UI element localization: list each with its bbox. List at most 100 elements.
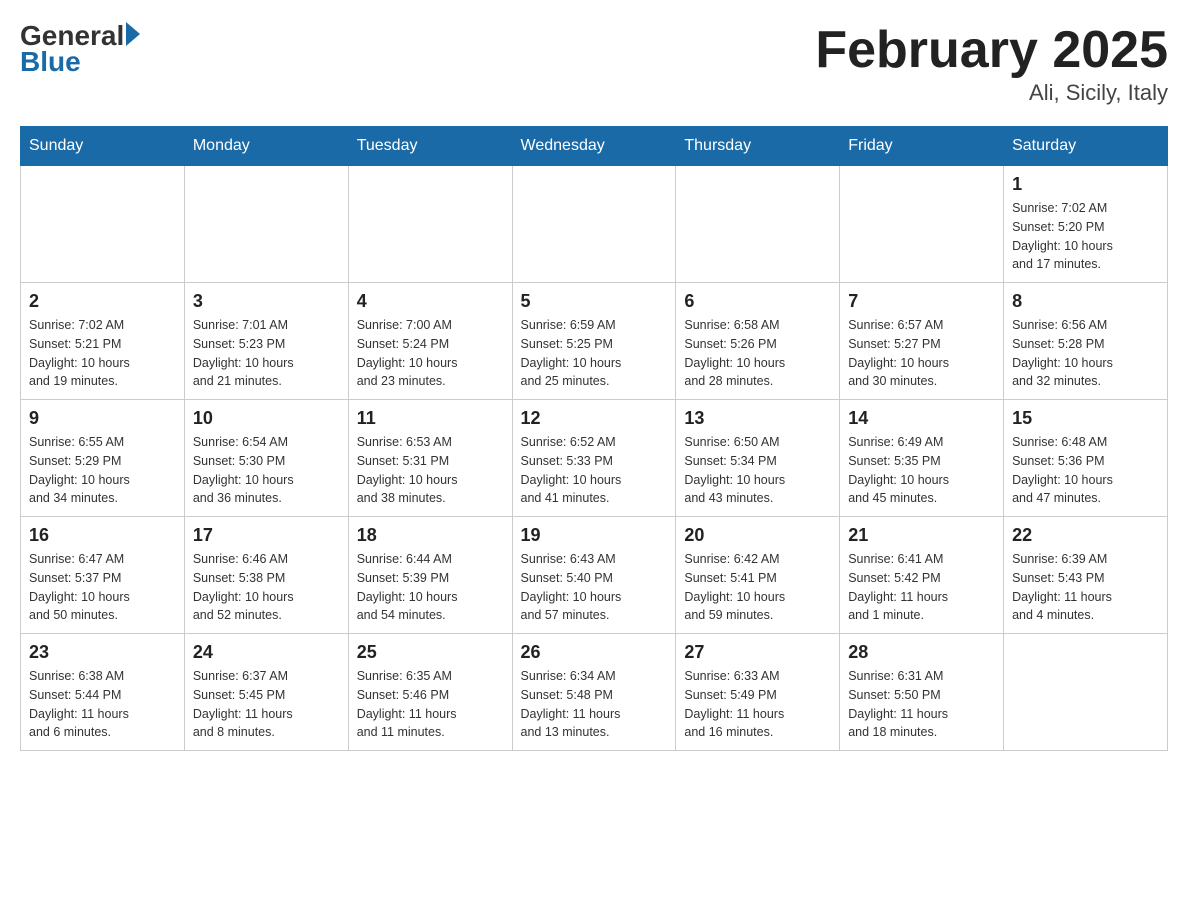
day-number: 7 — [848, 291, 995, 312]
calendar-cell — [512, 166, 676, 283]
day-info: Sunrise: 6:44 AM Sunset: 5:39 PM Dayligh… — [357, 550, 504, 625]
day-number: 3 — [193, 291, 340, 312]
day-number: 10 — [193, 408, 340, 429]
weekday-header-friday: Friday — [840, 127, 1004, 166]
day-number: 17 — [193, 525, 340, 546]
day-info: Sunrise: 6:31 AM Sunset: 5:50 PM Dayligh… — [848, 667, 995, 742]
month-title: February 2025 — [815, 20, 1168, 80]
calendar-cell: 2 Sunrise: 7:02 AM Sunset: 5:21 PM Daylig… — [21, 283, 185, 400]
calendar-cell: 9 Sunrise: 6:55 AM Sunset: 5:29 PM Daylig… — [21, 400, 185, 517]
day-number: 18 — [357, 525, 504, 546]
calendar-cell — [676, 166, 840, 283]
day-number: 14 — [848, 408, 995, 429]
calendar-cell: 7 Sunrise: 6:57 AM Sunset: 5:27 PM Daylig… — [840, 283, 1004, 400]
calendar-week-row: 1 Sunrise: 7:02 AM Sunset: 5:20 PM Daylig… — [21, 166, 1168, 283]
weekday-header-tuesday: Tuesday — [348, 127, 512, 166]
day-info: Sunrise: 6:59 AM Sunset: 5:25 PM Dayligh… — [521, 316, 668, 391]
day-number: 11 — [357, 408, 504, 429]
day-info: Sunrise: 6:35 AM Sunset: 5:46 PM Dayligh… — [357, 667, 504, 742]
calendar-week-row: 9 Sunrise: 6:55 AM Sunset: 5:29 PM Daylig… — [21, 400, 1168, 517]
calendar-cell: 15 Sunrise: 6:48 AM Sunset: 5:36 PM Dayli… — [1004, 400, 1168, 517]
day-info: Sunrise: 6:46 AM Sunset: 5:38 PM Dayligh… — [193, 550, 340, 625]
day-number: 15 — [1012, 408, 1159, 429]
title-area: February 2025 Ali, Sicily, Italy — [815, 20, 1168, 106]
day-number: 1 — [1012, 174, 1159, 195]
page-header: General Blue February 2025 Ali, Sicily, … — [20, 20, 1168, 106]
calendar-week-row: 2 Sunrise: 7:02 AM Sunset: 5:21 PM Daylig… — [21, 283, 1168, 400]
day-number: 20 — [684, 525, 831, 546]
day-info: Sunrise: 6:42 AM Sunset: 5:41 PM Dayligh… — [684, 550, 831, 625]
day-info: Sunrise: 7:02 AM Sunset: 5:21 PM Dayligh… — [29, 316, 176, 391]
calendar-cell: 26 Sunrise: 6:34 AM Sunset: 5:48 PM Dayli… — [512, 634, 676, 751]
calendar-cell: 14 Sunrise: 6:49 AM Sunset: 5:35 PM Dayli… — [840, 400, 1004, 517]
day-number: 28 — [848, 642, 995, 663]
calendar-cell — [348, 166, 512, 283]
calendar-cell: 8 Sunrise: 6:56 AM Sunset: 5:28 PM Daylig… — [1004, 283, 1168, 400]
day-info: Sunrise: 6:39 AM Sunset: 5:43 PM Dayligh… — [1012, 550, 1159, 625]
day-info: Sunrise: 6:48 AM Sunset: 5:36 PM Dayligh… — [1012, 433, 1159, 508]
location-title: Ali, Sicily, Italy — [815, 80, 1168, 106]
day-info: Sunrise: 7:00 AM Sunset: 5:24 PM Dayligh… — [357, 316, 504, 391]
calendar-cell — [840, 166, 1004, 283]
calendar-cell: 18 Sunrise: 6:44 AM Sunset: 5:39 PM Dayli… — [348, 517, 512, 634]
calendar-cell: 24Sunrise: 6:37 AM Sunset: 5:45 PM Dayli… — [184, 634, 348, 751]
weekday-header-monday: Monday — [184, 127, 348, 166]
day-info: Sunrise: 6:56 AM Sunset: 5:28 PM Dayligh… — [1012, 316, 1159, 391]
calendar-cell — [21, 166, 185, 283]
day-info: Sunrise: 6:37 AM Sunset: 5:45 PM Dayligh… — [193, 667, 340, 742]
day-number: 12 — [521, 408, 668, 429]
day-number: 19 — [521, 525, 668, 546]
day-number: 8 — [1012, 291, 1159, 312]
day-info: Sunrise: 6:34 AM Sunset: 5:48 PM Dayligh… — [521, 667, 668, 742]
calendar-cell: 13Sunrise: 6:50 AM Sunset: 5:34 PM Dayli… — [676, 400, 840, 517]
logo-arrow-icon — [126, 22, 140, 46]
day-number: 6 — [684, 291, 831, 312]
calendar-cell: 20 Sunrise: 6:42 AM Sunset: 5:41 PM Dayli… — [676, 517, 840, 634]
calendar-cell: 10 Sunrise: 6:54 AM Sunset: 5:30 PM Dayli… — [184, 400, 348, 517]
day-number: 23 — [29, 642, 176, 663]
day-info: Sunrise: 6:54 AM Sunset: 5:30 PM Dayligh… — [193, 433, 340, 508]
calendar-cell: 6 Sunrise: 6:58 AM Sunset: 5:26 PM Daylig… — [676, 283, 840, 400]
day-info: Sunrise: 6:33 AM Sunset: 5:49 PM Dayligh… — [684, 667, 831, 742]
calendar-cell: 23 Sunrise: 6:38 AM Sunset: 5:44 PM Dayli… — [21, 634, 185, 751]
calendar-cell: 11 Sunrise: 6:53 AM Sunset: 5:31 PM Dayli… — [348, 400, 512, 517]
day-info: Sunrise: 6:49 AM Sunset: 5:35 PM Dayligh… — [848, 433, 995, 508]
day-info: Sunrise: 6:41 AM Sunset: 5:42 PM Dayligh… — [848, 550, 995, 625]
day-info: Sunrise: 6:47 AM Sunset: 5:37 PM Dayligh… — [29, 550, 176, 625]
calendar-cell: 27 Sunrise: 6:33 AM Sunset: 5:49 PM Dayli… — [676, 634, 840, 751]
calendar-cell: 22 Sunrise: 6:39 AM Sunset: 5:43 PM Dayli… — [1004, 517, 1168, 634]
day-number: 27 — [684, 642, 831, 663]
day-info: Sunrise: 6:38 AM Sunset: 5:44 PM Dayligh… — [29, 667, 176, 742]
calendar-cell: 21 Sunrise: 6:41 AM Sunset: 5:42 PM Dayli… — [840, 517, 1004, 634]
calendar-cell: 19Sunrise: 6:43 AM Sunset: 5:40 PM Dayli… — [512, 517, 676, 634]
day-number: 5 — [521, 291, 668, 312]
logo: General Blue — [20, 20, 140, 78]
calendar-cell: 1 Sunrise: 7:02 AM Sunset: 5:20 PM Daylig… — [1004, 166, 1168, 283]
calendar-week-row: 23 Sunrise: 6:38 AM Sunset: 5:44 PM Dayli… — [21, 634, 1168, 751]
calendar-cell: 25Sunrise: 6:35 AM Sunset: 5:46 PM Dayli… — [348, 634, 512, 751]
calendar-cell: 5 Sunrise: 6:59 AM Sunset: 5:25 PM Daylig… — [512, 283, 676, 400]
day-number: 9 — [29, 408, 176, 429]
weekday-header-wednesday: Wednesday — [512, 127, 676, 166]
day-info: Sunrise: 6:58 AM Sunset: 5:26 PM Dayligh… — [684, 316, 831, 391]
day-info: Sunrise: 6:57 AM Sunset: 5:27 PM Dayligh… — [848, 316, 995, 391]
calendar-week-row: 16Sunrise: 6:47 AM Sunset: 5:37 PM Dayli… — [21, 517, 1168, 634]
calendar-table: SundayMondayTuesdayWednesdayThursdayFrid… — [20, 126, 1168, 751]
day-number: 21 — [848, 525, 995, 546]
day-number: 4 — [357, 291, 504, 312]
day-info: Sunrise: 7:02 AM Sunset: 5:20 PM Dayligh… — [1012, 199, 1159, 274]
calendar-cell — [1004, 634, 1168, 751]
calendar-cell: 4 Sunrise: 7:00 AM Sunset: 5:24 PM Daylig… — [348, 283, 512, 400]
calendar-cell: 3Sunrise: 7:01 AM Sunset: 5:23 PM Daylig… — [184, 283, 348, 400]
day-number: 22 — [1012, 525, 1159, 546]
weekday-header-thursday: Thursday — [676, 127, 840, 166]
day-number: 26 — [521, 642, 668, 663]
weekday-header-saturday: Saturday — [1004, 127, 1168, 166]
weekday-header-sunday: Sunday — [21, 127, 185, 166]
day-info: Sunrise: 6:55 AM Sunset: 5:29 PM Dayligh… — [29, 433, 176, 508]
day-info: Sunrise: 6:52 AM Sunset: 5:33 PM Dayligh… — [521, 433, 668, 508]
day-info: Sunrise: 6:53 AM Sunset: 5:31 PM Dayligh… — [357, 433, 504, 508]
day-number: 13 — [684, 408, 831, 429]
logo-blue-text: Blue — [20, 46, 81, 78]
day-number: 2 — [29, 291, 176, 312]
